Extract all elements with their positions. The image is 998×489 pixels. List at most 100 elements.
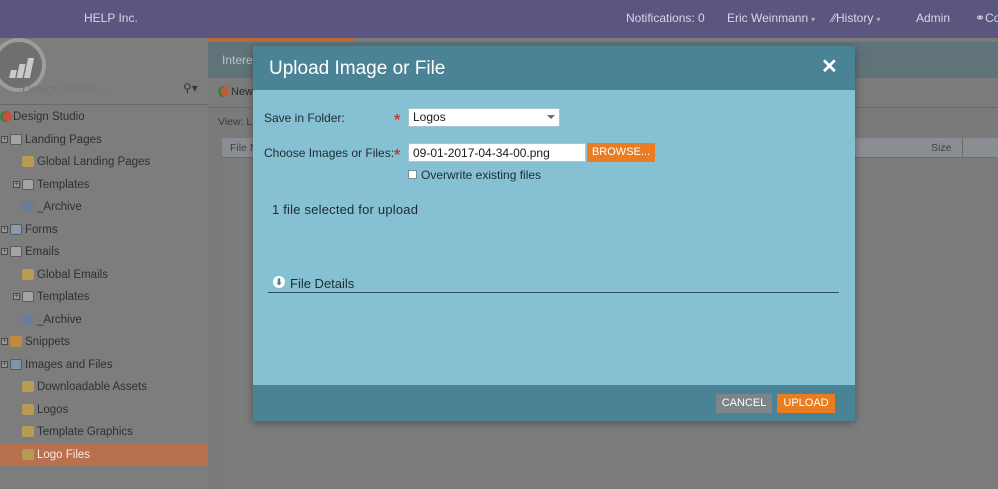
view-label: View: L [218, 116, 253, 128]
upload-dialog: Upload Image or File ✕ Save in Folder: *… [253, 46, 855, 421]
file-name-field[interactable] [408, 143, 586, 162]
org-name: HELP Inc. [84, 11, 138, 25]
sidebar-tree-item[interactable]: + Templates [0, 286, 208, 308]
col-size[interactable]: Size [931, 142, 951, 154]
dialog-header: Upload Image or File ✕ [253, 46, 855, 90]
sidebar-tree-label: Templates [37, 291, 90, 303]
sidebar-tree-label: _Archive [37, 201, 82, 213]
form-icon [10, 224, 22, 235]
folder-icon [22, 449, 34, 460]
new-button[interactable]: New [218, 86, 253, 98]
sidebar-tree-label: Logos [37, 404, 69, 416]
page-icon [22, 291, 34, 302]
expand-plus-icon[interactable]: + [1, 361, 8, 368]
sidebar-tree-label: Downloadable Assets [37, 381, 147, 393]
globe-icon [0, 111, 12, 122]
community-label: Co [985, 11, 998, 25]
folder-icon [22, 381, 34, 392]
sidebar-tree-item[interactable]: Design Studio [0, 106, 208, 128]
dialog-footer: CANCEL UPLOAD [253, 385, 855, 421]
expand-plus-icon[interactable]: + [13, 293, 20, 300]
tab-interesting[interactable]: Intere [222, 53, 253, 67]
page-icon [22, 179, 34, 190]
sidebar-tree-item[interactable]: + Images and Files [0, 354, 208, 376]
upload-status: 1 file selected for upload [272, 202, 419, 217]
dialog-title: Upload Image or File [269, 58, 446, 79]
sidebar-tree-label: Snippets [25, 336, 70, 348]
expand-plus-icon[interactable]: + [13, 181, 20, 188]
admin-link[interactable]: Admin [916, 11, 950, 25]
history-label: History [836, 11, 874, 25]
notifications-link[interactable]: Notifications: 0 [626, 11, 705, 25]
folder-icon [22, 156, 34, 167]
sidebar-tree-label: Landing Pages [25, 134, 102, 146]
expand-plus-icon[interactable]: + [1, 338, 8, 345]
required-asterisk: * [394, 112, 401, 129]
sidebar-search-input[interactable] [0, 77, 175, 101]
sidebar-tree-label: Images and Files [25, 359, 113, 371]
file-details-label: File Details [290, 276, 355, 291]
user-name: Eric Weinmann [727, 11, 809, 25]
sidebar-tree-item[interactable]: _Archive [0, 196, 208, 218]
sidebar-tree-label: Template Graphics [37, 426, 133, 438]
sidebar-tree-item[interactable]: Logo Files [0, 444, 208, 466]
folder-icon [22, 404, 34, 415]
folder-icon [22, 426, 34, 437]
sidebar-tree-label: Global Landing Pages [37, 156, 151, 168]
sidebar-tree-item[interactable]: + Forms [0, 219, 208, 241]
sidebar-tree-item[interactable]: + Emails [0, 241, 208, 263]
browse-button[interactable]: BROWSE... [587, 143, 655, 162]
chevron-down-icon: ▾ [811, 15, 816, 24]
community-link[interactable]: ⚭Co [975, 11, 998, 25]
upload-button[interactable]: UPLOAD [777, 394, 835, 413]
cube-icon [22, 314, 34, 325]
sidebar-tree-label: _Archive [37, 314, 82, 326]
folder-select[interactable]: Logos [408, 108, 560, 127]
folder-select-value: Logos [413, 110, 446, 124]
sidebar-tree-label: Forms [25, 224, 58, 236]
expand-plus-icon[interactable]: + [1, 248, 8, 255]
snippet-icon [10, 336, 22, 347]
overwrite-checkbox[interactable] [408, 170, 417, 179]
sidebar-tree-label: Templates [37, 179, 90, 191]
sidebar-tree-item[interactable]: Downloadable Assets [0, 376, 208, 398]
sidebar-tree-item[interactable]: Logos [0, 399, 208, 421]
user-menu[interactable]: Eric Weinmann ▾ [727, 11, 815, 25]
sidebar-tree-label: Design Studio [13, 111, 85, 123]
filter-wand-icon[interactable]: ⚲▾ [183, 81, 198, 95]
sidebar: ⚲▾ Design Studio + Landing Pages Global Lan… [0, 38, 208, 489]
sidebar-tree-label: Logo Files [37, 449, 91, 461]
sidebar-search: ⚲▾ [0, 77, 208, 101]
community-icon: ⚭ [975, 11, 986, 25]
history-menu[interactable]: ⁄⁄History ▾ [832, 11, 880, 25]
cube-icon [22, 201, 34, 212]
email-icon [10, 246, 22, 257]
expand-plus-icon[interactable]: + [1, 226, 8, 233]
new-label: New [231, 86, 254, 98]
chevron-down-icon: ▾ [876, 15, 881, 24]
file-details-toggle[interactable]: ⬇ File Details [268, 275, 839, 293]
sidebar-tree-item[interactable]: + Landing Pages [0, 129, 208, 151]
expand-down-icon: ⬇ [273, 276, 285, 288]
sidebar-tree-item[interactable]: Template Graphics [0, 421, 208, 443]
choose-files-label: Choose Images or Files: [264, 146, 395, 160]
sidebar-tree-item[interactable]: Global Landing Pages [0, 151, 208, 173]
folder-icon [22, 269, 34, 280]
page-icon [10, 134, 22, 145]
chevron-down-icon [547, 115, 555, 119]
required-asterisk: * [394, 147, 401, 164]
sidebar-tree-label: Emails [25, 246, 60, 258]
cancel-button[interactable]: CANCEL [716, 394, 772, 413]
images-icon [10, 359, 22, 370]
expand-plus-icon[interactable]: + [1, 136, 8, 143]
close-icon[interactable]: ✕ [821, 57, 839, 77]
sidebar-tree-item[interactable]: Global Emails [0, 264, 208, 286]
sidebar-tree-item[interactable]: + Snippets [0, 331, 208, 353]
overwrite-label[interactable]: Overwrite existing files [421, 168, 541, 182]
column-divider[interactable] [962, 138, 963, 158]
sidebar-tree-item[interactable]: + Templates [0, 174, 208, 196]
sidebar-tree-item[interactable]: _Archive [0, 309, 208, 331]
sidebar-tree-label: Global Emails [37, 269, 108, 281]
save-folder-label: Save in Folder: [264, 111, 345, 125]
sidebar-divider [0, 104, 208, 105]
